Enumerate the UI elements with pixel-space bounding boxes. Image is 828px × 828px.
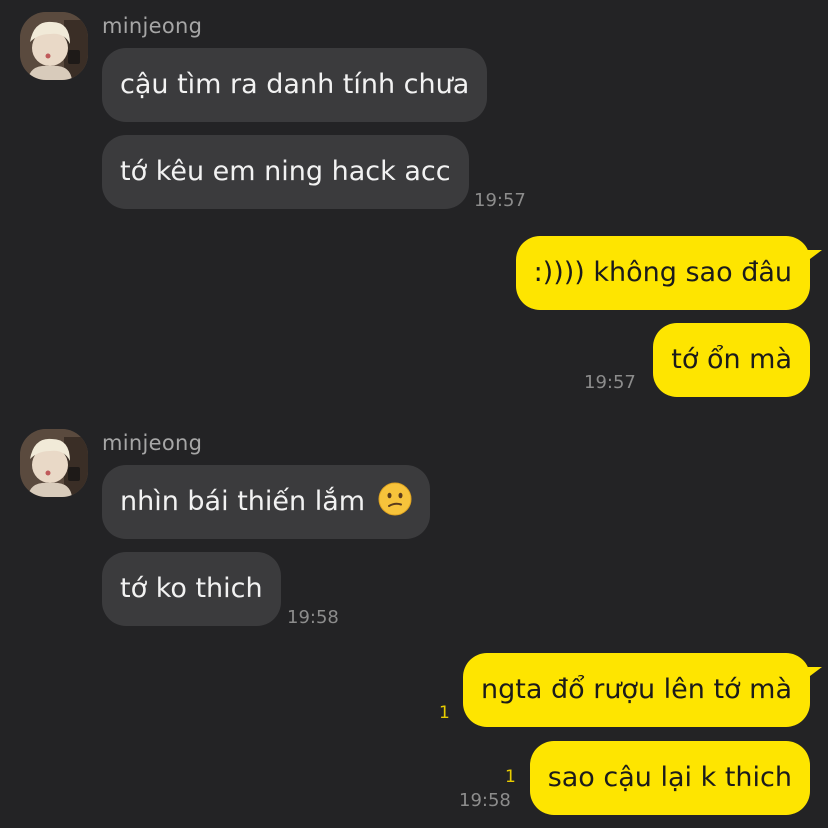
unread-count: 1 xyxy=(439,703,450,723)
sender-name: minjeong xyxy=(102,14,203,38)
message-bubble[interactable]: cậu tìm ra danh tính chưa xyxy=(102,48,488,122)
message-bubble[interactable]: ngta đổ rượu lên tớ mà xyxy=(463,653,810,727)
timestamp: 19:58 xyxy=(287,607,339,628)
timestamp: 19:57 xyxy=(474,190,526,211)
sender-name: minjeong xyxy=(102,431,203,455)
message-bubble[interactable]: :)))) không sao đâu xyxy=(515,236,810,310)
avatar[interactable] xyxy=(20,12,88,80)
confused-face-emoji xyxy=(378,482,412,516)
message-bubble[interactable]: tớ kêu em ning hack acc xyxy=(102,135,469,209)
message-bubble[interactable]: tớ ổn mà xyxy=(653,323,810,397)
message-bubble[interactable]: sao cậu lại k thich xyxy=(529,741,810,815)
message-bubble[interactable]: nhìn bái thiến lắm xyxy=(102,465,430,539)
unread-count: 1 xyxy=(505,767,516,787)
avatar[interactable] xyxy=(20,429,88,497)
timestamp: 19:58 xyxy=(459,790,511,811)
bubble-tail xyxy=(806,667,822,679)
message-text: nhìn bái thiến lắm xyxy=(120,486,366,517)
message-bubble[interactable]: tớ ko thich xyxy=(102,552,281,626)
bubble-tail xyxy=(806,250,822,262)
timestamp: 19:57 xyxy=(584,372,636,393)
